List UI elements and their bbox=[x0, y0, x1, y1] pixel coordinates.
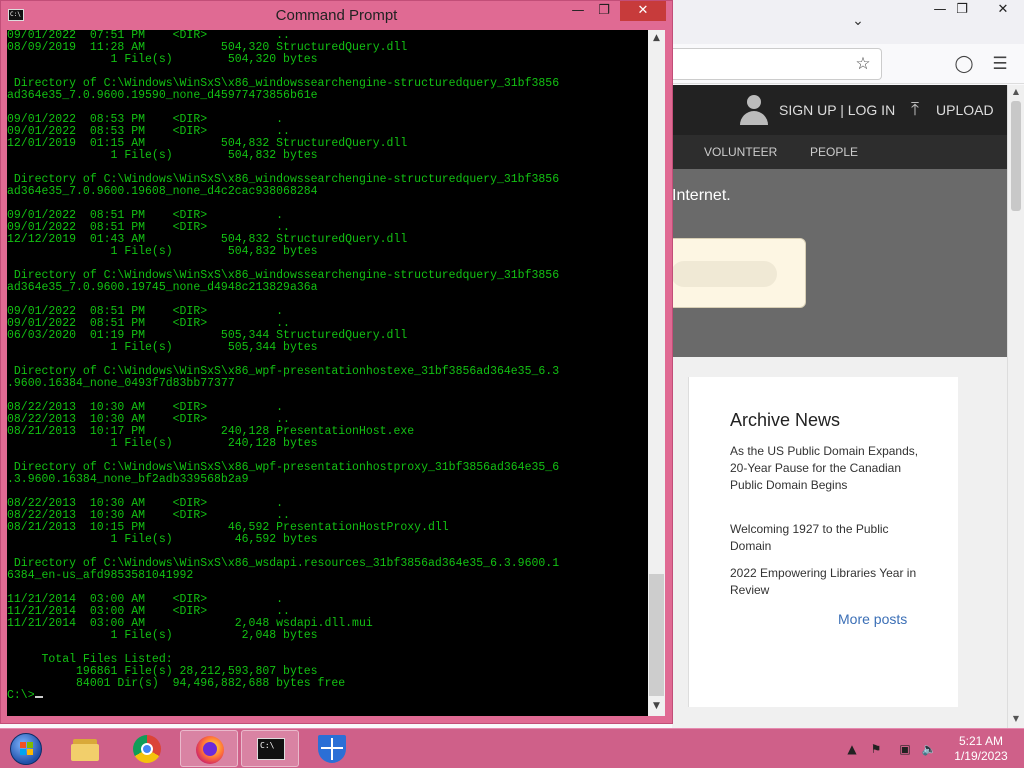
chrome-icon bbox=[133, 735, 161, 763]
web-page: SIGN UP | LOG IN ⤒ UPLOAD VOLUNTEER PEOP… bbox=[672, 85, 1007, 728]
news-item[interactable]: 2022 Empowering Libraries Year in Review bbox=[730, 565, 920, 599]
star-icon[interactable]: ☆ bbox=[851, 52, 875, 76]
volume-icon[interactable]: 🔈 bbox=[921, 741, 937, 757]
clock-time: 5:21 AM bbox=[958, 734, 1004, 748]
show-hidden-icons-icon[interactable]: ▲ bbox=[844, 741, 860, 757]
clock-date: 1/19/2023 bbox=[954, 749, 1008, 763]
taskbar-clock[interactable]: 5:21 AM 1/19/2023 bbox=[946, 734, 1016, 764]
scroll-down-icon[interactable]: ▼ bbox=[1008, 712, 1024, 726]
shield-icon bbox=[318, 735, 346, 763]
cmd-titlebar[interactable]: C:\ Command Prompt — ❐ ✕ bbox=[1, 1, 672, 30]
taskbar-windows-defender[interactable] bbox=[303, 730, 361, 767]
taskbar-chrome[interactable] bbox=[118, 730, 176, 767]
scrollbar-thumb[interactable] bbox=[1011, 101, 1021, 211]
news-item[interactable]: Welcoming 1927 to the Public Domain bbox=[730, 521, 920, 555]
archive-news-title: Archive News bbox=[730, 410, 841, 430]
tab-list-chevron-icon[interactable]: ⌄ bbox=[848, 10, 868, 30]
site-nav: VOLUNTEER PEOPLE bbox=[672, 135, 1007, 169]
console-prompt: C:\> bbox=[7, 689, 35, 702]
console-text: 09/01/2022 07:51 PM <DIR> .. 08/09/2019 … bbox=[7, 30, 560, 690]
site-header: SIGN UP | LOG IN ⤒ UPLOAD bbox=[672, 85, 1007, 135]
hero-text: Internet. bbox=[672, 187, 731, 204]
scroll-down-icon[interactable]: ▼ bbox=[648, 698, 665, 714]
scroll-up-icon[interactable]: ▲ bbox=[648, 30, 665, 46]
upload-link[interactable]: UPLOAD bbox=[936, 102, 994, 118]
restore-icon[interactable]: ❐ bbox=[945, 0, 979, 22]
upload-icon[interactable]: ⤒ bbox=[904, 99, 926, 123]
more-posts-link[interactable]: More posts bbox=[838, 611, 907, 627]
scrollbar-thumb[interactable] bbox=[649, 574, 664, 696]
signup-login-link[interactable]: SIGN UP | LOG IN bbox=[779, 102, 895, 118]
close-icon[interactable]: ✕ bbox=[620, 1, 666, 21]
text-cursor bbox=[34, 696, 43, 698]
search-box[interactable] bbox=[672, 238, 806, 308]
browser-scrollbar[interactable]: ▲ ▼ bbox=[1007, 85, 1024, 728]
taskbar: C:\ ▲ ⚑ ▣ 🔈 5:21 AM 1/19/2023 bbox=[0, 728, 1024, 768]
scroll-up-icon[interactable]: ▲ bbox=[1008, 85, 1024, 99]
search-input[interactable] bbox=[672, 261, 777, 287]
command-prompt-window: C:\ Command Prompt — ❐ ✕ 09/01/2022 07:5… bbox=[0, 0, 673, 724]
nav-item-volunteer[interactable]: VOLUNTEER bbox=[704, 145, 777, 159]
network-icon[interactable]: ▣ bbox=[897, 741, 913, 757]
taskbar-firefox[interactable] bbox=[180, 730, 238, 767]
minimize-icon[interactable]: — bbox=[567, 1, 589, 21]
menu-icon[interactable]: ☰ bbox=[988, 52, 1012, 76]
taskbar-file-explorer[interactable] bbox=[56, 730, 114, 767]
folder-icon bbox=[71, 735, 99, 763]
archive-news-card: Archive News As the US Public Domain Exp… bbox=[688, 377, 958, 707]
user-icon[interactable] bbox=[740, 95, 768, 125]
console-output[interactable]: 09/01/2022 07:51 PM <DIR> .. 08/09/2019 … bbox=[7, 30, 648, 716]
windows-logo-icon bbox=[10, 733, 42, 765]
taskbar-command-prompt[interactable]: C:\ bbox=[241, 730, 299, 767]
pocket-icon[interactable]: ◯ bbox=[952, 52, 976, 76]
console-prompt-line[interactable]: C:\> bbox=[7, 690, 648, 702]
news-item[interactable]: As the US Public Domain Expands, 20-Year… bbox=[730, 443, 920, 494]
firefox-icon bbox=[196, 736, 224, 764]
cmd-icon: C:\ bbox=[257, 738, 285, 760]
nav-item-people[interactable]: PEOPLE bbox=[810, 145, 858, 159]
cmd-scrollbar[interactable]: ▲ ▼ bbox=[648, 30, 665, 716]
action-center-flag-icon[interactable]: ⚑ bbox=[868, 741, 884, 757]
hero-banner: Internet. bbox=[672, 169, 1007, 357]
browser-titlebar: ⌄ — ❐ ✕ bbox=[672, 0, 1024, 44]
close-icon[interactable]: ✕ bbox=[986, 0, 1020, 22]
maximize-icon[interactable]: ❐ bbox=[593, 1, 615, 21]
start-button[interactable] bbox=[6, 731, 46, 767]
